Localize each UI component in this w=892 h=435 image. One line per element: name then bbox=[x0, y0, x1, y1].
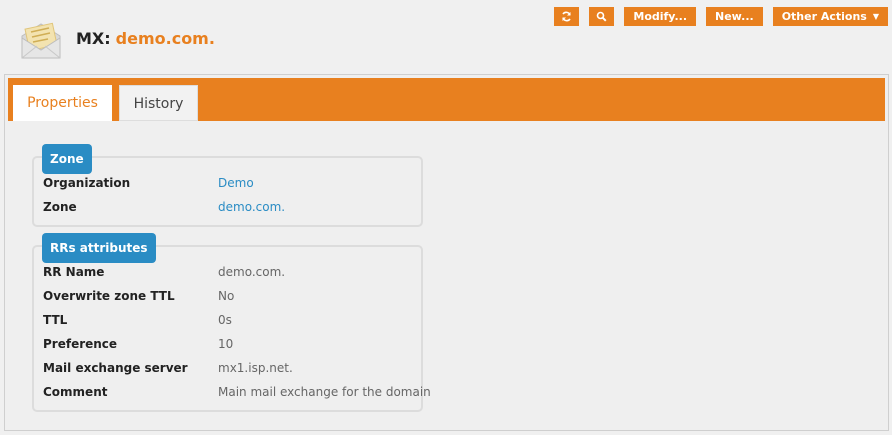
toolbar: Modify... New... Other Actions ▼ bbox=[554, 7, 888, 26]
refresh-icon bbox=[562, 11, 572, 22]
tab-bar: Properties History bbox=[8, 78, 885, 121]
main-panel: Properties History Zone Organization Dem… bbox=[4, 74, 889, 431]
caret-down-icon: ▼ bbox=[872, 12, 879, 21]
other-actions-label: Other Actions bbox=[781, 10, 867, 23]
tab-properties[interactable]: Properties bbox=[13, 85, 112, 121]
modify-button[interactable]: Modify... bbox=[624, 7, 697, 26]
envelope-icon bbox=[18, 16, 64, 62]
field-value: mx1.isp.net. bbox=[218, 361, 293, 375]
field-label: Mail exchange server bbox=[43, 361, 188, 375]
rrs-section-title: RRs attributes bbox=[42, 233, 156, 263]
field-label: RR Name bbox=[43, 265, 105, 279]
field-value: 0s bbox=[218, 313, 232, 327]
field-label: Zone bbox=[43, 200, 77, 214]
refresh-button[interactable] bbox=[554, 7, 580, 26]
field-value: Main mail exchange for the domain bbox=[218, 385, 431, 399]
search-button[interactable] bbox=[589, 7, 615, 26]
tab-history[interactable]: History bbox=[119, 85, 198, 121]
zone-section: Zone Organization Demo Zone demo.com. bbox=[32, 144, 423, 227]
rrs-section: RRs attributes RR Name demo.com. Overwri… bbox=[32, 233, 431, 412]
record-type: MX: bbox=[76, 29, 111, 48]
other-actions-button[interactable]: Other Actions ▼ bbox=[772, 7, 888, 26]
new-button[interactable]: New... bbox=[706, 7, 763, 26]
field-value: demo.com. bbox=[218, 265, 286, 279]
field-label: Overwrite zone TTL bbox=[43, 289, 175, 303]
zone-link[interactable]: demo.com. bbox=[218, 200, 285, 214]
field-label: Organization bbox=[43, 176, 131, 190]
field-label: Comment bbox=[43, 385, 108, 399]
field-label: TTL bbox=[43, 313, 68, 327]
organization-link[interactable]: Demo bbox=[218, 176, 254, 190]
zone-section-title: Zone bbox=[42, 144, 92, 174]
page-title: MX: demo.com. bbox=[76, 29, 215, 48]
field-label: Preference bbox=[43, 337, 118, 351]
field-value: 10 bbox=[218, 337, 234, 351]
page-header: MX: demo.com. Modify... New... Other Acti… bbox=[0, 0, 892, 74]
field-value: No bbox=[218, 289, 235, 303]
record-name: demo.com. bbox=[115, 29, 215, 48]
search-icon bbox=[597, 11, 607, 22]
